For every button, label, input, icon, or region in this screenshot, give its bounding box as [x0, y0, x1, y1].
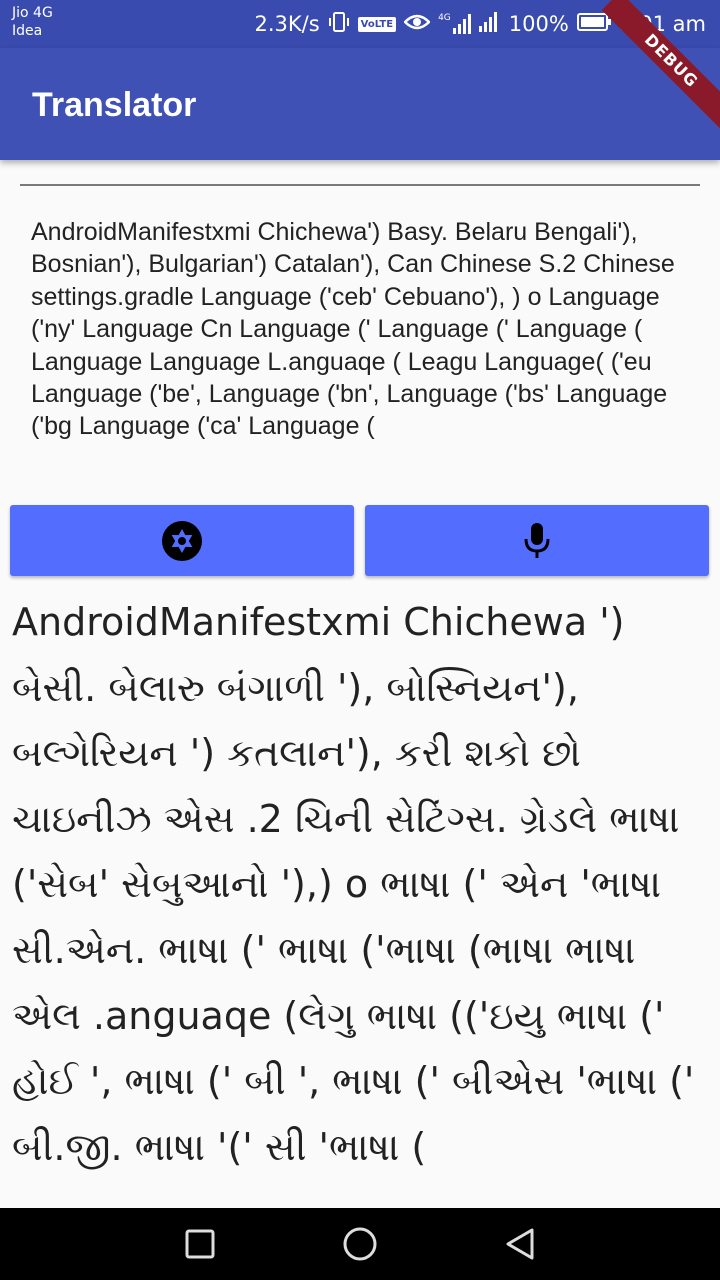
back-button[interactable]	[498, 1222, 542, 1266]
text-input-underline[interactable]	[20, 184, 700, 186]
square-icon	[185, 1229, 215, 1259]
microphone-icon	[524, 522, 550, 558]
battery-percent: 100%	[508, 12, 569, 36]
translated-text: AndroidManifestxmi Chichewa ') બેસી. બેલ…	[12, 600, 695, 1169]
network-type-label: 4G	[438, 13, 451, 23]
circle-icon	[343, 1227, 377, 1261]
volte-icon: VoLTE	[357, 16, 397, 32]
page-title: Translator	[32, 86, 197, 124]
microphone-button[interactable]	[365, 505, 709, 576]
recents-button[interactable]	[178, 1222, 222, 1266]
signal-4g-icon: 4G	[438, 14, 471, 34]
carrier-info: Jio 4G Idea	[12, 4, 53, 40]
navigation-bar	[0, 1208, 720, 1280]
vibrate-icon	[328, 11, 350, 38]
carrier-line2: Idea	[12, 23, 43, 39]
network-speed: 2.3K/s	[254, 12, 320, 36]
camera-button[interactable]	[10, 505, 354, 576]
camera-shutter-icon	[162, 520, 202, 561]
triangle-back-icon	[506, 1228, 534, 1260]
eye-icon	[403, 12, 431, 36]
source-text[interactable]: AndroidManifestxmi Chichewa') Basy. Bela…	[31, 216, 701, 443]
carrier-line1: Jio 4G	[12, 5, 53, 21]
home-button[interactable]	[338, 1222, 382, 1266]
app-bar: Translator	[0, 48, 720, 160]
signal-icon	[478, 11, 501, 37]
battery-icon	[576, 12, 611, 36]
